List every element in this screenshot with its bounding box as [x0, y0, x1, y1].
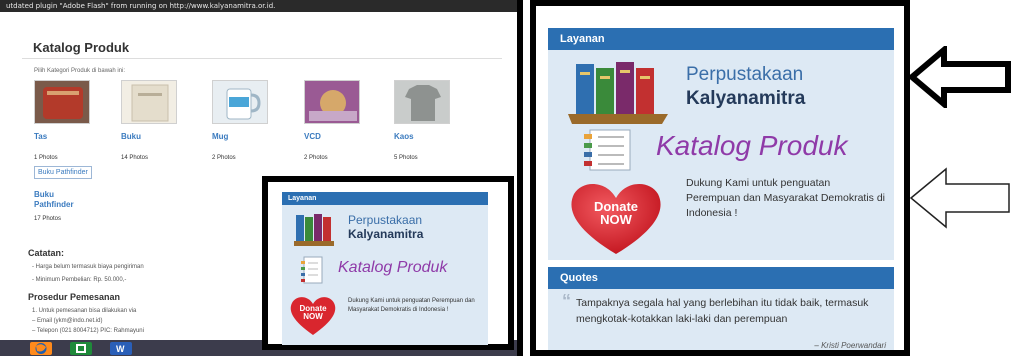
donate-description: Dukung Kami untuk penguatan Perempuan da…	[686, 177, 886, 219]
word-icon[interactable]: W	[110, 342, 132, 355]
books-icon	[568, 62, 668, 124]
prosedur-item: – Email (ykm@indo.net.id)	[32, 318, 103, 324]
catatan-item: - Harga belum termasuk biaya pengiriman	[32, 264, 144, 270]
sidebar-inset: Layanan Perpustakaan Kalyanamitra Katalo…	[262, 176, 514, 350]
quote-text: Tampaknya segala hal yang berlebihan itu…	[576, 297, 869, 325]
katalog-produk-link[interactable]: Katalog Produk	[656, 130, 847, 162]
category-photo-count: 5 Photos	[394, 155, 418, 161]
category-photo-count: 1 Photos	[34, 155, 58, 161]
left-arrow-black-icon	[908, 46, 1011, 108]
prosedur-item: – Telepon (021 8004712) PIC: Rahmayuni	[32, 328, 144, 334]
prosedur-item: 1. Untuk pemesanan bisa dilakukan via	[32, 308, 137, 314]
perpustakaan-link[interactable]: Perpustakaan	[686, 64, 803, 86]
catalog-list-icon	[301, 256, 323, 284]
title-divider	[22, 58, 502, 59]
donate-now-button[interactable]: Donate NOW	[288, 293, 338, 337]
donate-description: Dukung Kami untuk penguatan Perempuan da…	[348, 298, 475, 313]
now-label: NOW	[600, 212, 632, 227]
category-name[interactable]: Kaos	[394, 132, 452, 141]
category-thumbnail[interactable]	[304, 80, 360, 124]
catatan-item: - Minimum Pembelian: Rp. 50.000,-	[32, 277, 127, 283]
page-title: Katalog Produk	[33, 40, 130, 55]
layanan-header: Layanan	[548, 28, 894, 50]
category-vcd[interactable]: VCD 2 Photos	[304, 80, 362, 161]
left-arrow-outline-icon	[909, 167, 1010, 229]
excel-icon[interactable]	[70, 342, 92, 355]
quotes-body: “ Tampaknya segala hal yang berlebihan i…	[548, 289, 894, 350]
category-thumbnail[interactable]	[394, 80, 450, 124]
category-name[interactable]: Mug	[212, 132, 270, 141]
quotes-header: Quotes	[548, 267, 894, 289]
category-buku[interactable]: Buku 14 Photos	[121, 80, 179, 161]
category-photo-count: 2 Photos	[304, 155, 328, 161]
donate-now-button[interactable]: Donate NOW	[566, 178, 666, 256]
kalyanamitra-label[interactable]: Kalyanamitra	[686, 88, 805, 110]
quote-author: – Kristi Poerwandari	[814, 341, 886, 350]
category-thumbnail[interactable]	[34, 80, 90, 124]
category-photo-count: 17 Photos	[34, 216, 62, 222]
pathfinder-thumbnail-link[interactable]: Buku Pathfinder	[34, 166, 92, 179]
catatan-heading: Catatan:	[28, 248, 65, 258]
perpustakaan-link[interactable]: Perpustakaan	[348, 213, 422, 227]
books-icon	[294, 214, 334, 246]
inset-layanan-header: Layanan	[282, 192, 488, 205]
category-instruction: Pilih Kategori Produk di bawah ini:	[34, 68, 126, 74]
category-kaos[interactable]: Kaos 5 Photos	[394, 80, 452, 161]
category-name-pathfinder[interactable]: Buku Pathfinder	[34, 190, 94, 210]
prosedur-heading: Prosedur Pemesanan	[28, 292, 121, 302]
katalog-produk-link[interactable]: Katalog Produk	[338, 259, 447, 277]
category-tas[interactable]: Tas 1 Photos	[34, 80, 92, 161]
right-screenshot: Layanan Perpustakaan Kalyanamitra Katalo…	[530, 0, 910, 356]
firefox-icon[interactable]	[30, 342, 52, 355]
category-thumbnail[interactable]	[121, 80, 177, 124]
left-screenshot: utdated plugin "Adobe Flash" from runnin…	[0, 0, 523, 356]
category-photo-count: 14 Photos	[121, 155, 149, 161]
category-name[interactable]: Buku	[121, 132, 179, 141]
svg-text:W: W	[116, 344, 125, 354]
category-name[interactable]: VCD	[304, 132, 362, 141]
category-mug[interactable]: Mug 2 Photos	[212, 80, 270, 161]
category-thumbnail[interactable]	[212, 80, 268, 124]
now-label: NOW	[303, 312, 323, 321]
category-photo-count: 2 Photos	[212, 155, 236, 161]
catalog-list-icon	[584, 129, 631, 171]
plugin-warning-bar[interactable]: utdated plugin "Adobe Flash" from runnin…	[0, 0, 517, 12]
inset-layanan-body: Perpustakaan Kalyanamitra Katalog Produk…	[282, 205, 488, 345]
category-name[interactable]: Tas	[34, 132, 92, 141]
kalyanamitra-label[interactable]: Kalyanamitra	[348, 227, 423, 241]
